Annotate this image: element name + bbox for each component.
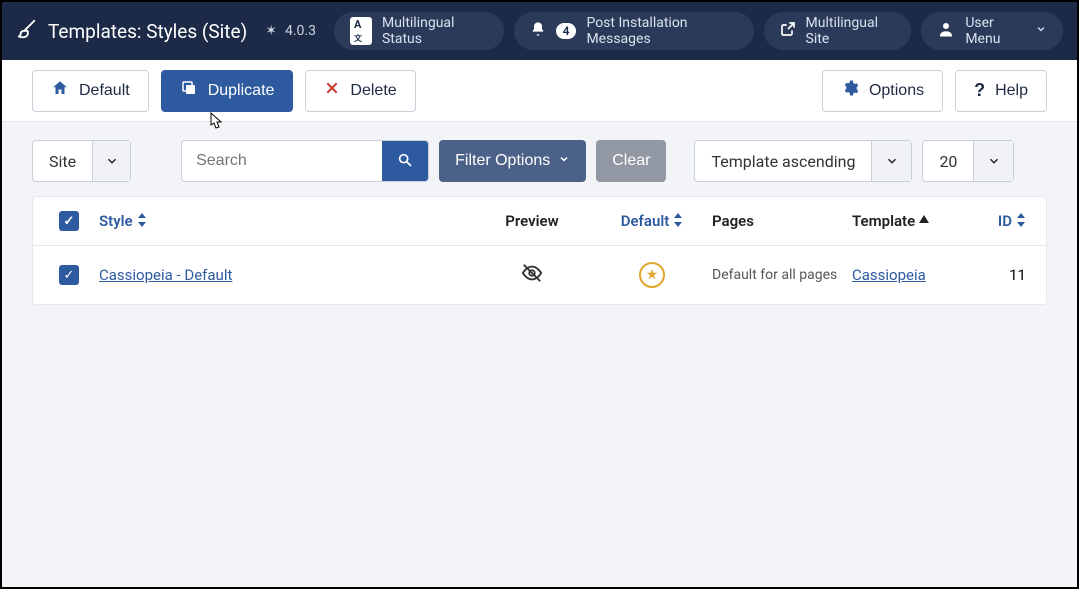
- options-button-label: Options: [869, 82, 924, 100]
- scope-select[interactable]: Site: [32, 140, 131, 182]
- action-toolbar: Default Duplicate Delete Options ? Help: [2, 60, 1077, 122]
- styles-table: ✓ Style Preview Default Pages: [32, 196, 1047, 305]
- default-button-label: Default: [79, 82, 130, 100]
- search-input[interactable]: [182, 141, 382, 181]
- chevron-down-icon: [558, 152, 570, 170]
- user-menu-button[interactable]: User Menu: [921, 12, 1063, 50]
- help-button[interactable]: ? Help: [955, 70, 1047, 112]
- row-checkbox[interactable]: ✓: [59, 265, 79, 285]
- page-size-label: 20: [923, 141, 973, 181]
- template-link[interactable]: Cassiopeia: [852, 266, 926, 284]
- eye-off-icon[interactable]: [521, 270, 543, 288]
- version-indicator: ✶ 4.0.3: [257, 23, 324, 39]
- delete-button-label: Delete: [350, 82, 396, 100]
- duplicate-button-label: Duplicate: [208, 82, 275, 100]
- sort-select[interactable]: Template ascending: [694, 140, 912, 182]
- search-group: [181, 140, 429, 182]
- chevron-down-icon: [1035, 23, 1047, 39]
- select-all-checkbox[interactable]: ✓: [59, 211, 79, 231]
- page-title: Templates: Styles (Site): [48, 20, 247, 43]
- post-install-messages-button[interactable]: 4 Post Installation Messages: [514, 12, 754, 50]
- copy-icon: [180, 79, 198, 102]
- row-id: 11: [1009, 266, 1026, 284]
- search-button[interactable]: [382, 141, 428, 181]
- clear-label: Clear: [612, 152, 650, 170]
- multilingual-status-button[interactable]: A文 Multilingual Status: [334, 12, 504, 50]
- sort-asc-icon: [919, 214, 929, 228]
- sort-select-label: Template ascending: [695, 141, 871, 181]
- filter-options-label: Filter Options: [455, 152, 550, 170]
- language-icon: A文: [350, 17, 372, 45]
- top-bar: Templates: Styles (Site) ✶ 4.0.3 A文 Mult…: [2, 2, 1077, 60]
- sort-icon: [1016, 213, 1026, 230]
- chevron-down-icon: [871, 141, 911, 181]
- style-link[interactable]: Cassiopeia - Default: [99, 266, 232, 284]
- help-icon: ?: [974, 80, 985, 101]
- options-button[interactable]: Options: [822, 70, 943, 112]
- multilingual-site-label: Multilingual Site: [806, 15, 896, 47]
- scope-select-label: Site: [33, 152, 92, 171]
- user-icon: [937, 20, 955, 42]
- pages-text: Default for all pages: [712, 267, 837, 283]
- sort-icon: [137, 213, 147, 230]
- page-size-select[interactable]: 20: [922, 140, 1014, 182]
- clear-filters-button[interactable]: Clear: [596, 140, 666, 182]
- column-header-template[interactable]: Template: [852, 212, 929, 230]
- search-icon: [397, 152, 413, 171]
- duplicate-button[interactable]: Duplicate: [161, 70, 294, 112]
- table-row: ✓ Cassiopeia - Default ★ Default for all…: [33, 246, 1046, 304]
- column-header-pages: Pages: [712, 212, 754, 230]
- gear-icon: [841, 79, 859, 102]
- home-icon: [51, 79, 69, 102]
- multilingual-site-button[interactable]: Multilingual Site: [764, 12, 912, 50]
- help-button-label: Help: [995, 82, 1028, 100]
- bell-icon: [530, 21, 546, 41]
- version-text: 4.0.3: [285, 23, 316, 39]
- external-link-icon: [780, 21, 796, 41]
- default-star-icon[interactable]: ★: [639, 262, 665, 288]
- column-header-id[interactable]: ID: [998, 212, 1026, 230]
- column-header-preview: Preview: [505, 212, 558, 230]
- chevron-down-icon: [973, 141, 1013, 181]
- default-button[interactable]: Default: [32, 70, 149, 112]
- column-header-style[interactable]: Style: [99, 212, 147, 230]
- post-install-label: Post Installation Messages: [586, 15, 737, 47]
- delete-button[interactable]: Delete: [305, 70, 415, 112]
- chevron-down-icon: [92, 141, 130, 181]
- column-header-default[interactable]: Default: [621, 212, 684, 230]
- page-title-wrap: Templates: Styles (Site): [16, 18, 247, 45]
- filter-options-button[interactable]: Filter Options: [439, 140, 586, 182]
- user-menu-label: User Menu: [965, 15, 1023, 47]
- table-header: ✓ Style Preview Default Pages: [33, 197, 1046, 246]
- brush-icon: [16, 18, 38, 45]
- sort-icon: [673, 213, 683, 230]
- joomla-icon: ✶: [265, 23, 277, 39]
- close-icon: [324, 80, 340, 101]
- multilingual-status-label: Multilingual Status: [382, 15, 488, 47]
- filter-bar: Site Filter Options Clear Template ascen…: [2, 122, 1077, 196]
- post-install-count: 4: [556, 23, 577, 39]
